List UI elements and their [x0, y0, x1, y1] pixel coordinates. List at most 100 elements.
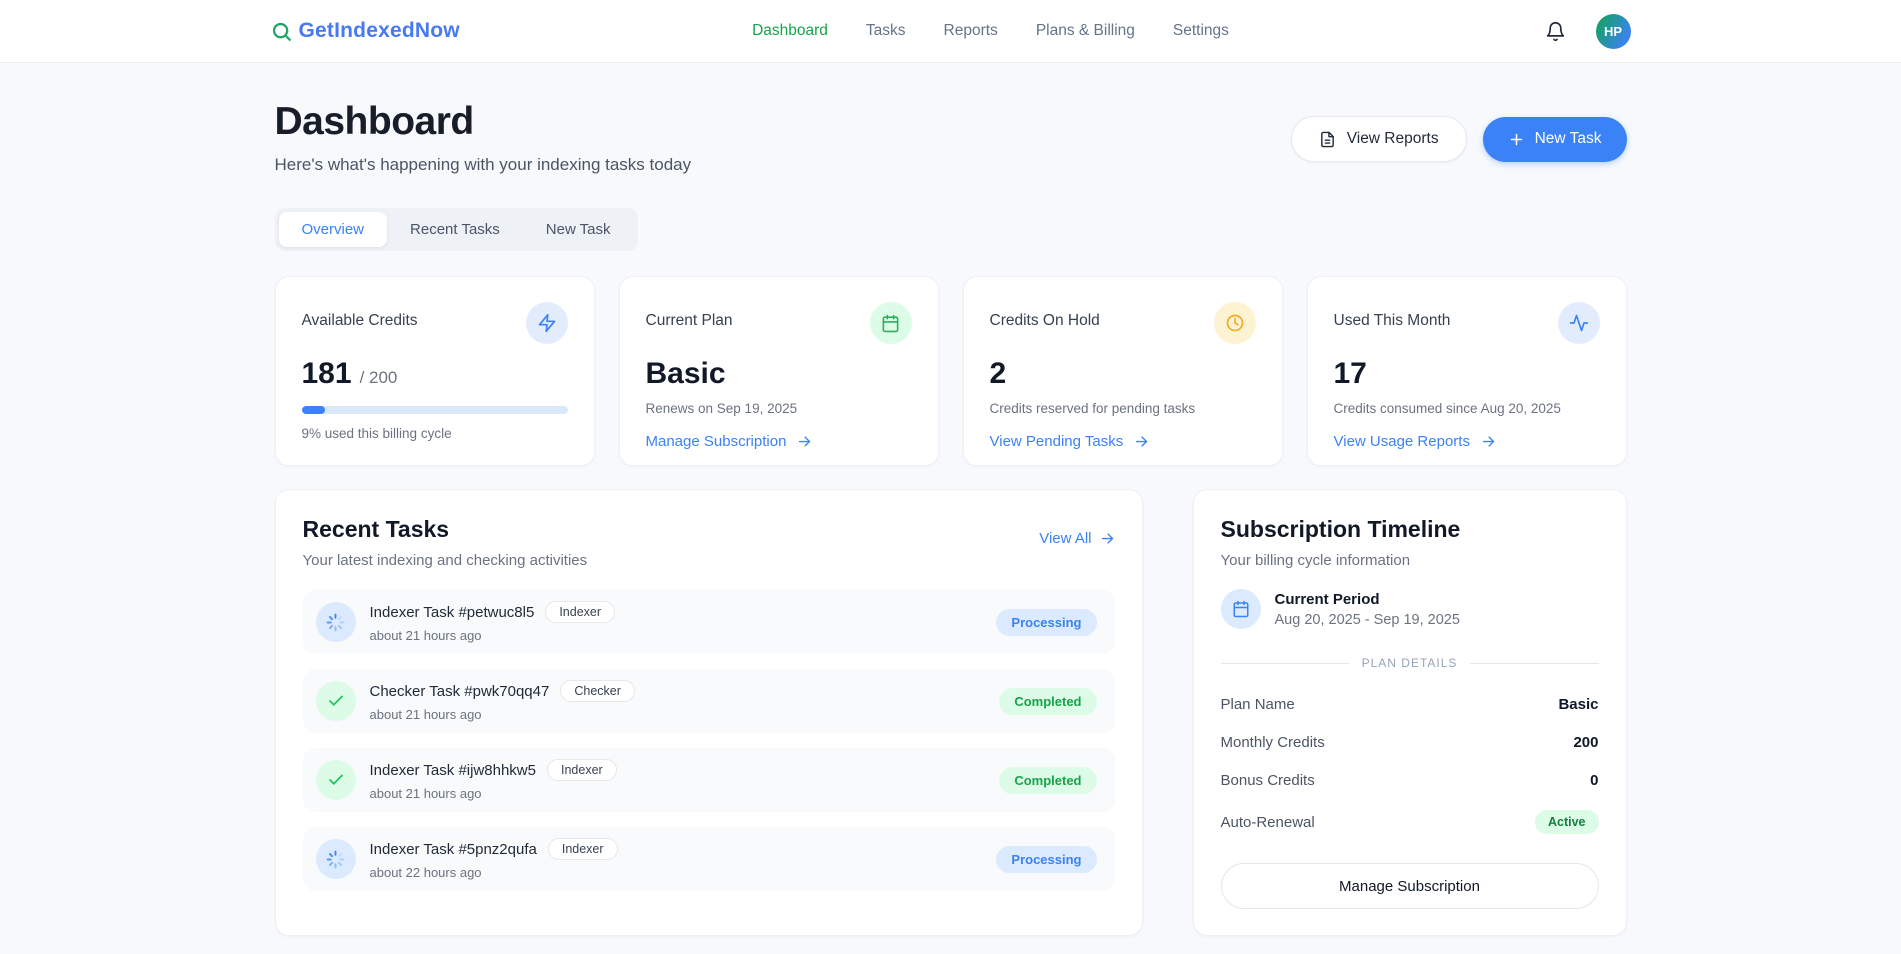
calendar-icon — [870, 302, 912, 344]
tab-overview[interactable]: Overview — [279, 212, 388, 247]
recent-tasks-panel: Recent Tasks Your latest indexing and ch… — [275, 489, 1143, 936]
credits-progress-fill — [302, 406, 326, 414]
detail-value: 0 — [1590, 772, 1598, 789]
document-icon — [1319, 131, 1336, 148]
task-timestamp: about 22 hours ago — [370, 865, 997, 880]
task-title: Indexer Task #petwuc8l5 — [370, 604, 535, 621]
detail-label: Bonus Credits — [1221, 772, 1315, 789]
view-pending-tasks-link[interactable]: View Pending Tasks — [990, 433, 1150, 450]
stat-title: Credits On Hold — [990, 302, 1100, 330]
page-header: Dashboard Here's what's happening with y… — [275, 63, 1627, 175]
nav-item-reports[interactable]: Reports — [944, 22, 998, 40]
notifications-button[interactable] — [1541, 17, 1570, 46]
task-title: Indexer Task #5pnz2qufa — [370, 841, 537, 858]
spinner-icon — [316, 839, 356, 879]
task-row[interactable]: Checker Task #pwk70qq47 Checker about 21… — [303, 669, 1115, 733]
task-timestamp: about 21 hours ago — [370, 707, 1000, 722]
nav-item-plans-billing[interactable]: Plans & Billing — [1036, 22, 1135, 40]
plan-details-divider: PLAN DETAILS — [1221, 656, 1599, 670]
task-title: Indexer Task #ijw8hhkw5 — [370, 762, 536, 779]
status-badge: Processing — [996, 846, 1096, 873]
top-navigation-bar: GetIndexedNow Dashboard Tasks Reports Pl… — [0, 0, 1901, 63]
monthly-credits-row: Monthly Credits 200 — [1221, 734, 1599, 751]
recent-tasks-heading: Recent Tasks — [303, 516, 588, 543]
detail-value: Basic — [1558, 696, 1598, 713]
task-timestamp: about 21 hours ago — [370, 786, 1000, 801]
view-tabs: Overview Recent Tasks New Task — [275, 208, 638, 251]
bell-icon — [1545, 21, 1566, 42]
arrow-right-icon — [1100, 531, 1115, 546]
app-logo[interactable]: GetIndexedNow — [271, 19, 460, 43]
stat-title: Available Credits — [302, 302, 418, 330]
credits-caption: 9% used this billing cycle — [302, 426, 568, 441]
app-logo-text: GetIndexedNow — [299, 19, 460, 43]
task-list: Indexer Task #petwuc8l5 Indexer about 21… — [303, 590, 1115, 891]
task-title: Checker Task #pwk70qq47 — [370, 683, 550, 700]
used-this-month-value: 17 — [1334, 357, 1367, 391]
task-type-badge: Indexer — [548, 838, 618, 860]
status-badge: Completed — [999, 767, 1096, 794]
credits-on-hold-value: 2 — [990, 357, 1007, 391]
available-credits-value: 181 — [302, 357, 352, 391]
view-all-label: View All — [1039, 530, 1091, 547]
task-type-badge: Checker — [560, 680, 635, 702]
current-plan-card: Current Plan Basic Renews on Sep 19, 202… — [619, 276, 939, 466]
current-plan-value: Basic — [646, 357, 726, 391]
task-row[interactable]: Indexer Task #ijw8hhkw5 Indexer about 21… — [303, 748, 1115, 812]
nav-item-dashboard[interactable]: Dashboard — [752, 22, 828, 40]
subscription-timeline-panel: Subscription Timeline Your billing cycle… — [1193, 489, 1627, 936]
manage-subscription-link-label: Manage Subscription — [646, 433, 787, 450]
task-type-badge: Indexer — [545, 601, 615, 623]
stat-title: Used This Month — [1334, 302, 1451, 330]
bonus-credits-row: Bonus Credits 0 — [1221, 772, 1599, 789]
view-usage-reports-link[interactable]: View Usage Reports — [1334, 433, 1496, 450]
current-period-range: Aug 20, 2025 - Sep 19, 2025 — [1275, 612, 1460, 628]
arrow-right-icon — [1134, 434, 1149, 449]
user-avatar[interactable]: HP — [1596, 14, 1631, 49]
search-icon — [271, 21, 292, 42]
view-pending-tasks-link-label: View Pending Tasks — [990, 433, 1124, 450]
manage-subscription-link[interactable]: Manage Subscription — [646, 433, 813, 450]
recent-tasks-subheading: Your latest indexing and checking activi… — [303, 552, 588, 569]
credits-on-hold-card: Credits On Hold 2 Credits reserved for p… — [963, 276, 1283, 466]
detail-label: Auto-Renewal — [1221, 814, 1315, 831]
plan-details-label: PLAN DETAILS — [1362, 656, 1458, 670]
clock-icon — [1214, 302, 1256, 344]
subscription-subheading: Your billing cycle information — [1221, 552, 1599, 569]
available-credits-total: / 200 — [360, 368, 398, 388]
plan-name-row: Plan Name Basic — [1221, 696, 1599, 713]
stats-grid: Available Credits 181 / 200 9% used this… — [275, 276, 1627, 466]
task-row[interactable]: Indexer Task #5pnz2qufa Indexer about 22… — [303, 827, 1115, 891]
used-this-month-card: Used This Month 17 Credits consumed sinc… — [1307, 276, 1627, 466]
task-timestamp: about 21 hours ago — [370, 628, 997, 643]
check-icon — [316, 760, 356, 800]
activity-icon — [1558, 302, 1600, 344]
tab-recent-tasks[interactable]: Recent Tasks — [387, 212, 523, 247]
nav-item-tasks[interactable]: Tasks — [866, 22, 906, 40]
tab-new-task[interactable]: New Task — [523, 212, 634, 247]
task-row[interactable]: Indexer Task #petwuc8l5 Indexer about 21… — [303, 590, 1115, 654]
view-reports-button[interactable]: View Reports — [1291, 116, 1467, 162]
detail-label: Plan Name — [1221, 696, 1295, 713]
status-badge: Completed — [999, 688, 1096, 715]
stat-title: Current Plan — [646, 302, 733, 330]
manage-subscription-button[interactable]: Manage Subscription — [1221, 863, 1599, 909]
used-this-month-caption: Credits consumed since Aug 20, 2025 — [1334, 401, 1600, 416]
page-subtitle: Here's what's happening with your indexi… — [275, 155, 692, 175]
subscription-heading: Subscription Timeline — [1221, 516, 1599, 543]
plan-renewal-caption: Renews on Sep 19, 2025 — [646, 401, 912, 416]
calendar-icon — [1221, 589, 1261, 629]
check-icon — [316, 681, 356, 721]
new-task-label: New Task — [1535, 130, 1602, 148]
status-badge: Processing — [996, 609, 1096, 636]
arrow-right-icon — [1481, 434, 1496, 449]
view-reports-label: View Reports — [1347, 130, 1439, 148]
detail-value: 200 — [1573, 734, 1598, 751]
arrow-right-icon — [797, 434, 812, 449]
new-task-button[interactable]: New Task — [1483, 117, 1627, 162]
nav-item-settings[interactable]: Settings — [1173, 22, 1229, 40]
view-all-link[interactable]: View All — [1039, 530, 1114, 547]
view-usage-reports-link-label: View Usage Reports — [1334, 433, 1470, 450]
task-type-badge: Indexer — [547, 759, 617, 781]
available-credits-card: Available Credits 181 / 200 9% used this… — [275, 276, 595, 466]
